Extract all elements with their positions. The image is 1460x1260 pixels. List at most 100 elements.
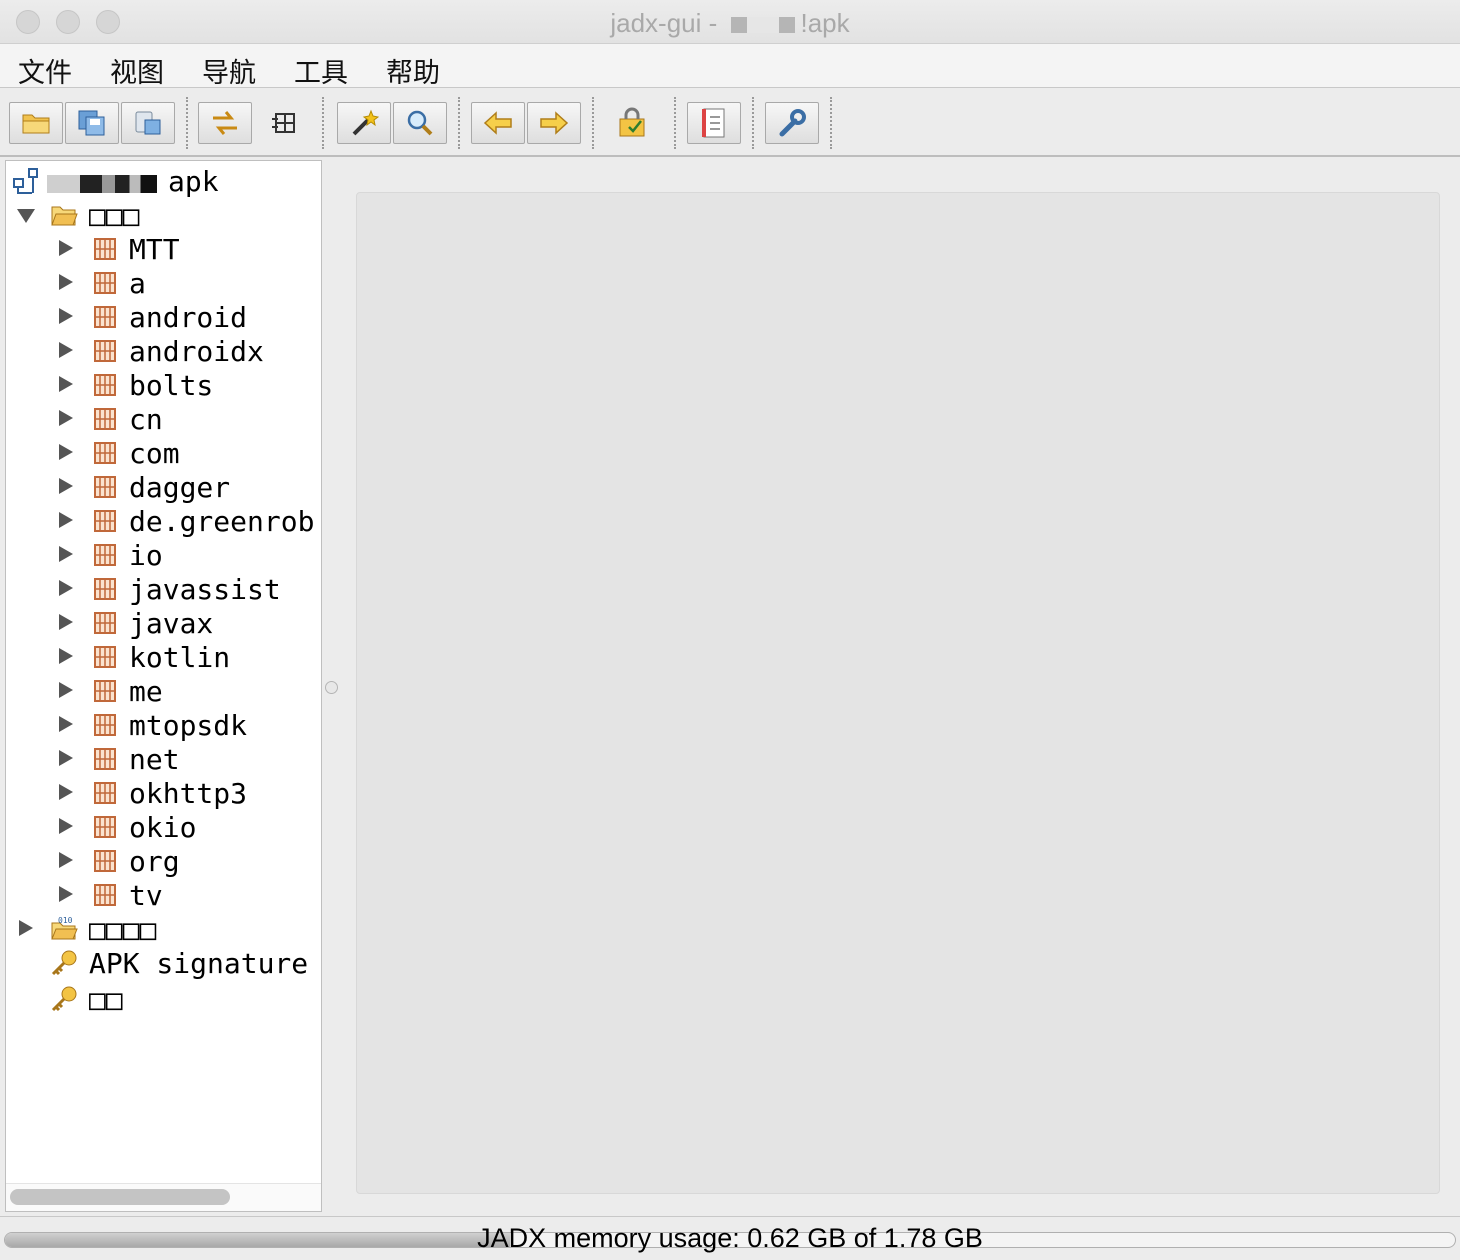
package-icon: [94, 748, 116, 770]
project-root-icon: [13, 168, 38, 194]
horizontal-scrollbar-track[interactable]: [6, 1183, 321, 1211]
collapse-arrow-icon[interactable]: [59, 342, 73, 358]
menu-file[interactable]: 文件: [18, 51, 72, 90]
preferences-button[interactable]: [765, 102, 819, 144]
tree-package-item[interactable]: de.greenrob: [6, 504, 321, 538]
collapse-arrow-icon[interactable]: [59, 784, 73, 800]
log-viewer-button[interactable]: [687, 102, 741, 144]
menu-tools[interactable]: 工具: [294, 51, 348, 90]
collapse-arrow-icon[interactable]: [59, 886, 73, 902]
summary-label: □□: [89, 983, 123, 1016]
package-label: a: [129, 267, 146, 300]
collapse-arrow-icon[interactable]: [59, 274, 73, 290]
window-title-suffix: !apk: [800, 8, 850, 38]
collapse-arrow-icon[interactable]: [59, 648, 73, 664]
toolbar-separator: [830, 97, 832, 149]
tree-package-item[interactable]: com: [6, 436, 321, 470]
collapse-arrow-icon[interactable]: [19, 920, 33, 936]
collapse-arrow-icon[interactable]: [59, 308, 73, 324]
tree-package-item[interactable]: okio: [6, 810, 321, 844]
tree-package-item[interactable]: MTT: [6, 232, 321, 266]
open-file-button[interactable]: [9, 102, 63, 144]
search-button[interactable]: [393, 102, 447, 144]
package-label: kotlin: [129, 641, 231, 674]
collapse-arrow-icon[interactable]: [59, 682, 73, 698]
flatten-packages-button[interactable]: [258, 102, 312, 144]
forward-button[interactable]: [527, 102, 581, 144]
package-label: javassist: [129, 573, 281, 606]
package-icon: [94, 272, 116, 294]
project-tree[interactable]: apk □□□ MTT a android androidx bolts cn com dag…: [5, 160, 322, 1212]
package-icon: [94, 238, 116, 260]
collapse-arrow-icon[interactable]: [59, 716, 73, 732]
collapse-arrow-icon[interactable]: [59, 750, 73, 766]
collapse-arrow-icon[interactable]: [59, 546, 73, 562]
collapse-arrow-icon[interactable]: [59, 852, 73, 868]
split-pane-divider-handle[interactable]: [325, 681, 338, 694]
tree-package-item[interactable]: javassist: [6, 572, 321, 606]
package-label: okhttp3: [129, 777, 248, 810]
window-title-prefix: jadx-gui -: [610, 8, 725, 38]
package-icon: [94, 646, 116, 668]
tree-apk-signature[interactable]: APK signature: [6, 946, 321, 980]
sync-button[interactable]: [198, 102, 252, 144]
tree-package-item[interactable]: org: [6, 844, 321, 878]
toolbar-separator: [674, 97, 676, 149]
collapse-arrow-icon[interactable]: [59, 410, 73, 426]
tree-resources-folder[interactable]: 010 □□□□: [6, 912, 321, 946]
deobfuscation-button[interactable]: [606, 102, 660, 144]
deobfuscation-icon: [619, 107, 645, 137]
package-label: okio: [129, 811, 197, 844]
window-title: jadx-gui - !apk: [0, 8, 1460, 39]
horizontal-scrollbar-thumb[interactable]: [10, 1189, 230, 1205]
package-icon: [94, 850, 116, 872]
collapse-arrow-icon[interactable]: [59, 614, 73, 630]
package-label: dagger: [129, 471, 231, 504]
save-all-button[interactable]: [65, 102, 119, 144]
collapse-arrow-icon[interactable]: [59, 240, 73, 256]
tree-package-item[interactable]: javax: [6, 606, 321, 640]
tree-package-item[interactable]: okhttp3: [6, 776, 321, 810]
expand-arrow-icon[interactable]: [17, 209, 35, 223]
menu-navigation[interactable]: 导航: [202, 51, 256, 90]
tree-package-item[interactable]: kotlin: [6, 640, 321, 674]
save-all-icon: [78, 110, 105, 136]
export-button[interactable]: [121, 102, 175, 144]
collapse-arrow-icon[interactable]: [59, 376, 73, 392]
toolbar-separator: [592, 97, 594, 149]
tree-root[interactable]: apk: [6, 164, 321, 198]
tree-package-item[interactable]: tv: [6, 878, 321, 912]
title-bar: jadx-gui - !apk: [0, 0, 1460, 44]
tree-package-item[interactable]: a: [6, 266, 321, 300]
tree-package-item[interactable]: me: [6, 674, 321, 708]
package-label: tv: [129, 879, 163, 912]
tree-root-label: apk: [168, 165, 219, 198]
tree-package-item[interactable]: dagger: [6, 470, 321, 504]
package-label: com: [129, 437, 180, 470]
back-button[interactable]: [471, 102, 525, 144]
tree-package-item[interactable]: bolts: [6, 368, 321, 402]
package-label: org: [129, 845, 180, 878]
tree-source-folder[interactable]: □□□: [6, 198, 321, 232]
menu-help[interactable]: 帮助: [386, 51, 440, 90]
package-icon: [94, 340, 116, 362]
menu-view[interactable]: 视图: [110, 51, 164, 90]
collapse-arrow-icon[interactable]: [59, 512, 73, 528]
collapse-arrow-icon[interactable]: [59, 818, 73, 834]
decompile-button[interactable]: [337, 102, 391, 144]
package-icon: [94, 544, 116, 566]
tree-package-item[interactable]: androidx: [6, 334, 321, 368]
package-label: MTT: [129, 233, 180, 266]
sync-icon: [213, 111, 237, 135]
tree-package-item[interactable]: io: [6, 538, 321, 572]
collapse-arrow-icon[interactable]: [59, 478, 73, 494]
tree-package-item[interactable]: android: [6, 300, 321, 334]
tree-package-item[interactable]: mtopsdk: [6, 708, 321, 742]
tree-package-item[interactable]: net: [6, 742, 321, 776]
collapse-arrow-icon[interactable]: [59, 444, 73, 460]
tree-summary[interactable]: □□: [6, 982, 321, 1016]
collapse-arrow-icon[interactable]: [59, 580, 73, 596]
tree-package-item[interactable]: cn: [6, 402, 321, 436]
package-label: cn: [129, 403, 163, 436]
flatten-packages-icon: [272, 113, 295, 133]
